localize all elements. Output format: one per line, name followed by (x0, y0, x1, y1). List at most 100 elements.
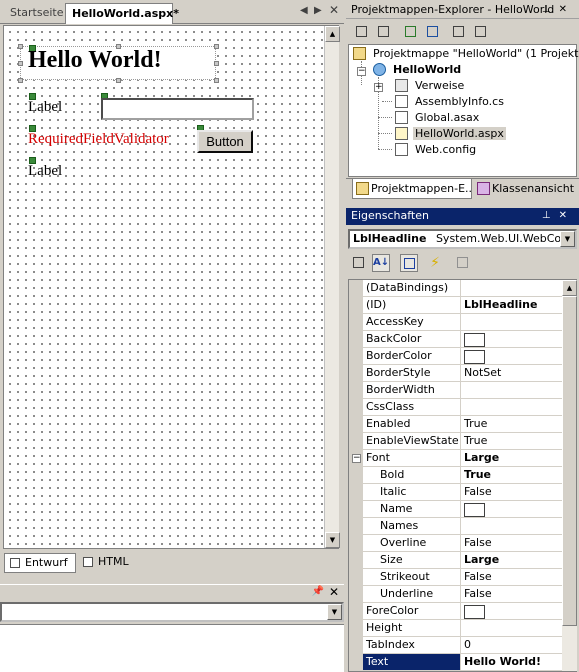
property-row[interactable]: TabIndex 0 (349, 637, 563, 654)
property-value[interactable]: False (461, 484, 563, 501)
property-pages-icon[interactable] (454, 254, 472, 272)
view-code-icon[interactable] (353, 23, 371, 41)
scroll-tabs-right-icon[interactable]: ▶ (314, 5, 322, 16)
label-control-2[interactable]: Label (28, 163, 62, 180)
property-value[interactable] (461, 382, 563, 399)
tab-class-view[interactable]: Klassenansicht (474, 179, 576, 199)
label-control-1[interactable]: Label (28, 99, 62, 116)
property-row[interactable]: (DataBindings) (349, 280, 563, 297)
property-row[interactable]: ForeColor (349, 603, 563, 620)
property-value[interactable]: LblHeadline (461, 297, 563, 314)
resize-handle[interactable] (214, 44, 219, 49)
collapse-group-icon[interactable]: − (352, 454, 361, 463)
designer-vertical-scrollbar[interactable]: ▲ ▼ (324, 26, 340, 548)
tree-node-solution[interactable]: Projektmappe "HelloWorld" (1 Projekt) (353, 46, 579, 62)
tree-node-project[interactable]: HelloWorld (373, 62, 461, 78)
property-value[interactable] (461, 280, 563, 297)
textbox-control[interactable] (101, 98, 254, 120)
property-row[interactable]: − Font Large (349, 450, 563, 467)
copy-project-icon[interactable] (424, 23, 442, 41)
property-value[interactable] (461, 348, 563, 365)
close-pane-icon[interactable]: ✕ (329, 585, 339, 599)
output-source-dropdown[interactable]: ▼ (0, 602, 344, 622)
scroll-thumb[interactable] (562, 296, 577, 626)
property-grid-scrollbar[interactable]: ▲ (562, 280, 577, 671)
property-row[interactable]: BorderWidth (349, 382, 563, 399)
refresh-icon[interactable] (402, 23, 420, 41)
property-value[interactable] (461, 399, 563, 416)
resize-handle[interactable] (18, 78, 23, 83)
pin-icon[interactable]: ⊥ (542, 4, 559, 15)
property-row[interactable]: Overline False (349, 535, 563, 552)
property-row[interactable]: EnableViewState True (349, 433, 563, 450)
view-designer-icon[interactable] (375, 23, 393, 41)
object-selector-dropdown[interactable]: LblHeadline System.Web.UI.WebContro ▼ (348, 229, 577, 249)
property-value[interactable]: False (461, 586, 563, 603)
property-row[interactable]: (ID) LblHeadline (349, 297, 563, 314)
tab-startseite[interactable]: Startseite (4, 3, 64, 24)
property-value[interactable]: True (461, 467, 563, 484)
scroll-tabs-left-icon[interactable]: ◀ (300, 5, 308, 16)
events-icon[interactable]: ⚡ (426, 254, 444, 272)
property-row[interactable]: BorderColor (349, 348, 563, 365)
show-all-files-icon[interactable] (450, 23, 468, 41)
close-document-icon[interactable]: ✕ (329, 3, 339, 17)
tree-node-assemblyinfo[interactable]: AssemblyInfo.cs (395, 94, 504, 110)
property-row[interactable]: BackColor (349, 331, 563, 348)
close-pane-icon[interactable]: ✕ (559, 210, 575, 221)
tab-helloworld-aspx[interactable]: HelloWorld.aspx* (65, 3, 179, 24)
property-row[interactable]: AccessKey (349, 314, 563, 331)
property-row[interactable]: Names (349, 518, 563, 535)
expand-node-icon[interactable]: + (374, 83, 383, 92)
property-row[interactable]: Height (349, 620, 563, 637)
property-value[interactable] (461, 501, 563, 518)
button-control[interactable]: Button (197, 130, 253, 153)
scroll-down-icon[interactable]: ▼ (325, 532, 340, 548)
property-value[interactable] (461, 518, 563, 535)
property-value[interactable]: True (461, 416, 563, 433)
property-value[interactable] (461, 314, 563, 331)
tree-node-global-asax[interactable]: Global.asax (395, 110, 479, 126)
resize-handle[interactable] (18, 44, 23, 49)
property-value[interactable]: 0 (461, 637, 563, 654)
property-value[interactable]: False (461, 569, 563, 586)
dropdown-arrow-icon[interactable]: ▼ (560, 231, 575, 247)
property-row[interactable]: Bold True (349, 467, 563, 484)
property-value[interactable]: Large (461, 552, 563, 569)
alphabetical-icon[interactable]: A↓ (372, 254, 390, 272)
property-row[interactable]: Strikeout False (349, 569, 563, 586)
property-row[interactable]: Size Large (349, 552, 563, 569)
property-value[interactable]: True (461, 433, 563, 450)
required-field-validator-control[interactable]: RequiredFieldValidator (28, 131, 169, 148)
pin-icon[interactable]: ⊥ (542, 210, 559, 221)
property-value[interactable] (461, 331, 563, 348)
property-value[interactable]: False (461, 535, 563, 552)
tab-design-view[interactable]: Entwurf (4, 553, 76, 573)
property-row[interactable]: Italic False (349, 484, 563, 501)
properties-view-icon[interactable] (400, 254, 418, 272)
property-value[interactable] (461, 603, 563, 620)
scroll-up-icon[interactable]: ▲ (562, 280, 577, 296)
property-row[interactable]: Underline False (349, 586, 563, 603)
property-row[interactable]: Enabled True (349, 416, 563, 433)
scroll-up-icon[interactable]: ▲ (325, 26, 340, 42)
resize-handle[interactable] (214, 78, 219, 83)
resize-handle[interactable] (116, 78, 121, 83)
headline-label[interactable]: Hello World! (28, 47, 162, 74)
properties-icon[interactable] (472, 23, 490, 41)
tab-solution-explorer[interactable]: Projektmappen-E... (352, 179, 472, 199)
dropdown-arrow-icon[interactable]: ▼ (327, 604, 342, 620)
collapse-node-icon[interactable]: − (357, 67, 366, 76)
tree-node-web-config[interactable]: Web.config (395, 142, 476, 158)
tab-html-view[interactable]: HTML (78, 553, 138, 573)
pin-icon[interactable]: 📌 (312, 586, 324, 597)
tree-node-helloworld-aspx[interactable]: HelloWorld.aspx (395, 126, 506, 142)
property-value[interactable] (461, 620, 563, 637)
property-value[interactable]: Hello World! (461, 654, 563, 671)
property-row[interactable]: BorderStyle NotSet (349, 365, 563, 382)
property-value[interactable]: Large (461, 450, 563, 467)
tree-node-references[interactable]: Verweise (395, 78, 464, 94)
property-row[interactable]: Text Hello World! (349, 654, 563, 671)
property-row[interactable]: CssClass (349, 399, 563, 416)
resize-handle[interactable] (214, 61, 219, 66)
